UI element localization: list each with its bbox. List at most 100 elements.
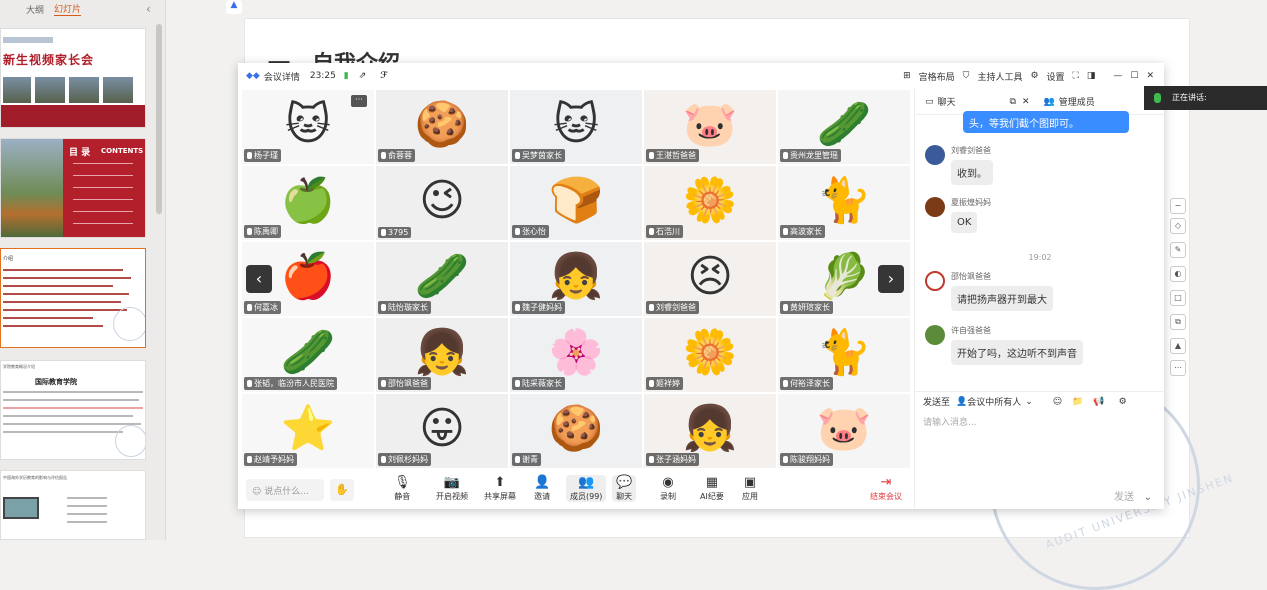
- chat-tab-icon[interactable]: ▭: [925, 97, 934, 107]
- apps-button[interactable]: ▣ 应用: [742, 475, 758, 502]
- tab-chat[interactable]: 聊天: [938, 95, 956, 108]
- mic-icon: [247, 456, 252, 463]
- minus-tool-icon[interactable]: −: [1170, 198, 1186, 214]
- gear-icon[interactable]: ⚙: [1030, 71, 1038, 81]
- mic-icon: [381, 304, 386, 311]
- video-tile[interactable]: 🍪 俞蓉蓉: [375, 89, 509, 165]
- video-button[interactable]: 📷 开启视频: [436, 475, 468, 502]
- close-button[interactable]: ✕: [1146, 71, 1154, 81]
- collapse-panel-icon[interactable]: ‹: [146, 2, 151, 16]
- mute-button[interactable]: 🎙 静音: [394, 475, 411, 502]
- video-tile[interactable]: 😛 刘佩杉妈妈: [375, 393, 509, 469]
- slide-thumbnail-1[interactable]: 新生视频家长会 （图）汇报人：XXX （图）主讲人：某某某老师: [0, 28, 146, 128]
- video-tile[interactable]: 🍪 谢青: [509, 393, 643, 469]
- grid-layout-button[interactable]: 宫格布局: [919, 70, 955, 83]
- shield-icon[interactable]: ⛉: [963, 71, 970, 81]
- video-tile[interactable]: 🌸 陆采薇家长: [509, 317, 643, 393]
- emoji-icon[interactable]: ☺: [1053, 397, 1062, 407]
- video-tile[interactable]: ⭐ 赵靖予妈妈: [241, 393, 375, 469]
- video-tile[interactable]: 🥒 陆怡璇家长: [375, 241, 509, 317]
- tab-slides[interactable]: 幻灯片: [54, 2, 82, 16]
- tab-outline[interactable]: 大纲: [26, 3, 44, 16]
- sender-name: 邵怡飒爸爸: [951, 272, 991, 281]
- say-something-input[interactable]: ☺ 说点什么...: [246, 479, 324, 501]
- slide2-campus-photo: [1, 139, 63, 237]
- announce-icon[interactable]: 📢: [1093, 397, 1104, 407]
- popout-icon[interactable]: ⧉: [1010, 97, 1016, 107]
- invite-button[interactable]: 👤 邀请: [534, 475, 550, 502]
- mic-icon: [247, 304, 252, 311]
- avatar-sticker-icon: 🥬: [816, 250, 872, 302]
- panel-scrollbar[interactable]: [156, 24, 162, 214]
- participant-name-text: 邵怡飒爸爸: [388, 379, 428, 388]
- text-line: [3, 431, 123, 433]
- more-tools-icon[interactable]: ⋯: [1170, 360, 1186, 376]
- chat-settings-icon[interactable]: ⚙: [1119, 397, 1127, 407]
- video-tile[interactable]: 😉 3795: [375, 165, 509, 241]
- video-tile[interactable]: 🐷 陈骏翔妈妈: [777, 393, 911, 469]
- video-tile[interactable]: 🍏 陈禹卿: [241, 165, 375, 241]
- crop-tool-icon[interactable]: ⧉: [1170, 314, 1186, 330]
- ai-notes-button[interactable]: ▦ AI纪要: [700, 475, 724, 502]
- whiteboard-icon[interactable]: ℱ: [380, 71, 387, 81]
- participant-name-text: 张子涵妈妈: [656, 455, 696, 464]
- next-page-button[interactable]: ›: [878, 265, 904, 293]
- slide-thumbnail-5[interactable]: 中国海外学历教育的影响与评估报告: [0, 470, 146, 540]
- video-tile[interactable]: 🐱 吴梦茵家长: [509, 89, 643, 165]
- video-tile[interactable]: 🐈 高波家长: [777, 165, 911, 241]
- settings-button[interactable]: 设置: [1047, 70, 1065, 83]
- video-tile[interactable]: 🍞 张心怡: [509, 165, 643, 241]
- host-tools-button[interactable]: 主持人工具: [977, 70, 1022, 83]
- video-tile[interactable]: 🥒 张韬，临汾市人民医院: [241, 317, 375, 393]
- seal-watermark: [113, 307, 145, 341]
- prev-page-button[interactable]: ‹: [246, 265, 272, 293]
- maximize-button[interactable]: ☐: [1130, 71, 1138, 81]
- frame-tool-icon[interactable]: □: [1170, 290, 1186, 306]
- raise-hand-icon[interactable]: ✋: [330, 479, 354, 501]
- slide-thumbnail-3[interactable]: 介绍: [0, 248, 146, 348]
- avatar: [925, 271, 945, 291]
- send-options-icon[interactable]: ⌄: [1144, 492, 1152, 503]
- slide-thumbnail-4[interactable]: 学院教育概况介绍 国际教育学院: [0, 360, 146, 460]
- slide-thumbnail-2[interactable]: 目 录 CONTENTS: [0, 138, 146, 238]
- chevron-down-icon[interactable]: ⌄: [1025, 397, 1033, 407]
- ai-tool-icon[interactable]: ▲: [1170, 338, 1186, 354]
- video-tile[interactable]: 😣 刘睿剑爸爸: [643, 241, 777, 317]
- share-label: 共享屏幕: [484, 492, 516, 501]
- video-tile[interactable]: 🐷 王湛哲爸爸: [643, 89, 777, 165]
- video-tile[interactable]: 🌼 石浩川: [643, 165, 777, 241]
- members-button[interactable]: 👥 成员(99): [566, 475, 607, 502]
- message-bubble: 开始了吗，这边听不到声音: [951, 340, 1083, 365]
- members-icon[interactable]: 👥: [1044, 97, 1055, 107]
- video-tile[interactable]: 🌼 姬祥婷: [643, 317, 777, 393]
- tab-members[interactable]: 管理成员: [1059, 95, 1095, 108]
- end-meeting-button[interactable]: ⇥ 结束会议: [870, 475, 902, 502]
- avatar-sticker-icon: 🍪: [414, 98, 470, 150]
- fullscreen-icon[interactable]: ⛶: [1073, 71, 1079, 81]
- record-icon: ◉: [662, 475, 674, 490]
- layers-tool-icon[interactable]: ◇: [1170, 218, 1186, 234]
- send-button[interactable]: 发送: [1114, 488, 1134, 503]
- recipient-select[interactable]: 会议中所有人: [967, 395, 1021, 408]
- app-logo-icon[interactable]: ▲: [226, 0, 242, 14]
- video-tile[interactable]: 👧 魏子健妈妈: [509, 241, 643, 317]
- message-input[interactable]: 请输入消息...: [923, 415, 977, 428]
- pen-tool-icon[interactable]: ✎: [1170, 242, 1186, 258]
- video-tile[interactable]: 👧 张子涵妈妈: [643, 393, 777, 469]
- meeting-details-button[interactable]: 会议详情: [264, 70, 300, 83]
- folder-icon[interactable]: 📁: [1072, 397, 1083, 407]
- layout-icon[interactable]: ⊞: [903, 71, 911, 81]
- chat-button[interactable]: 💬 聊天: [612, 475, 637, 502]
- signal-icon[interactable]: ▮: [344, 71, 349, 81]
- record-button[interactable]: ◉ 录制: [660, 475, 676, 502]
- video-tile[interactable]: 🐈 何裕泽家长: [777, 317, 911, 393]
- close-chat-icon[interactable]: ✕: [1022, 97, 1030, 107]
- sidebar-toggle-icon[interactable]: ◨: [1087, 71, 1096, 81]
- more-options-icon[interactable]: ···: [351, 95, 367, 107]
- brush-tool-icon[interactable]: ◐: [1170, 266, 1186, 282]
- video-tile[interactable]: 👧 邵怡飒爸爸: [375, 317, 509, 393]
- share-screen-button[interactable]: ⬆ 共享屏幕: [484, 475, 516, 502]
- minimize-button[interactable]: —: [1113, 71, 1122, 81]
- video-tile[interactable]: 🥒 贵州龙里管瑶: [777, 89, 911, 165]
- share-window-icon[interactable]: ⇗: [359, 71, 367, 81]
